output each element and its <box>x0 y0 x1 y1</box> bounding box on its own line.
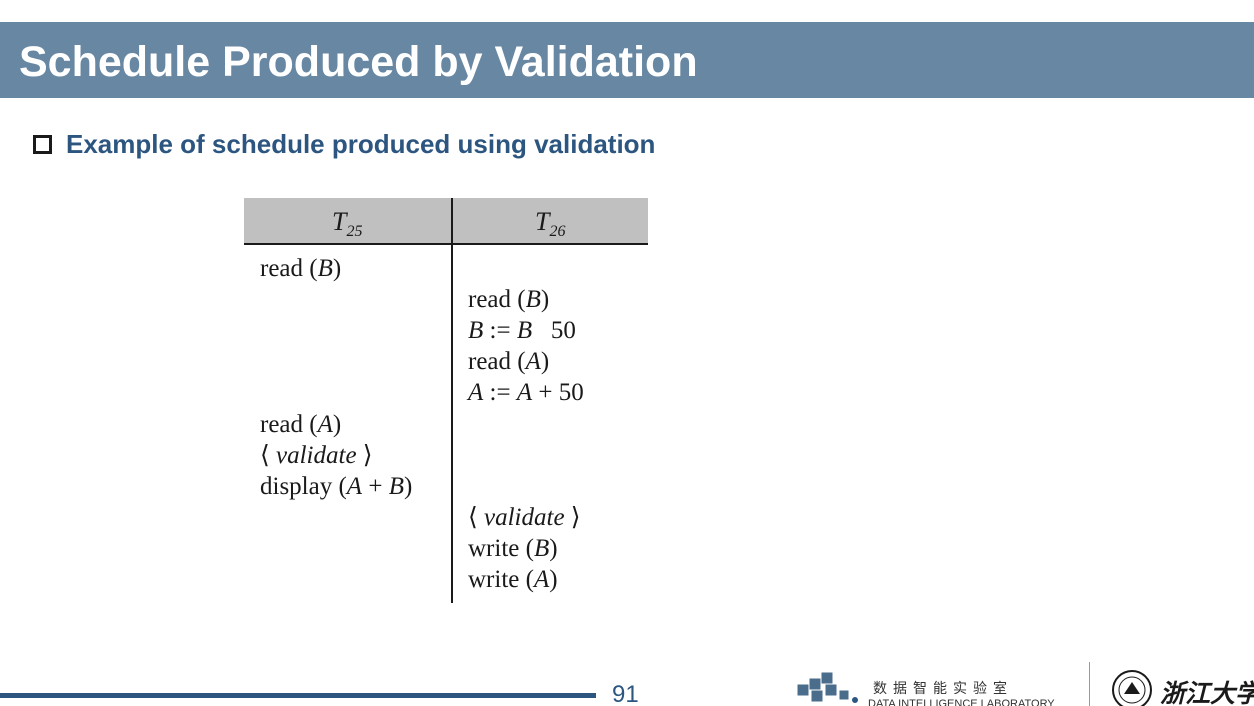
t26-cell: read (B) <box>468 286 550 313</box>
column-divider <box>451 198 453 603</box>
t26-cell: A := A + 50 <box>468 379 584 406</box>
t26-cell: write (A) <box>468 566 558 593</box>
t25-cell: ⟨ validate ⟩ <box>260 442 373 469</box>
t26-cell: read (A) <box>468 348 550 375</box>
zju-seal-icon <box>1112 670 1152 706</box>
cubes-logo-icon <box>796 671 858 703</box>
bullet-text: Example of schedule produced using valid… <box>66 129 656 159</box>
column-header-t25: T25 <box>332 207 363 240</box>
column-header-t26: T26 <box>535 207 566 240</box>
university-name: 浙江大学 <box>1160 679 1254 706</box>
square-bullet-icon <box>33 135 52 154</box>
t26-cell: ⟨ validate ⟩ <box>468 504 581 531</box>
page-number: 91 <box>612 681 639 706</box>
t26-cell: B := B 50 <box>468 317 576 344</box>
t25-cell: read (A) <box>260 411 342 438</box>
t26-cell: write (B) <box>468 535 558 562</box>
header-rule <box>244 243 648 245</box>
table-header <box>244 198 648 244</box>
lab-name-chinese: 数据智能实验室 <box>873 681 1013 697</box>
slide-title: Schedule Produced by Validation <box>19 38 698 86</box>
lab-name-english: DATA INTELLIGENCE LABORATORY <box>868 698 1055 706</box>
t25-cell: read (B) <box>260 255 342 282</box>
slide: Schedule Produced by Validation Example … <box>0 0 1254 706</box>
t25-cell: display (A + B) <box>260 473 413 500</box>
footer-line <box>0 693 596 698</box>
logo-divider <box>1089 662 1090 706</box>
